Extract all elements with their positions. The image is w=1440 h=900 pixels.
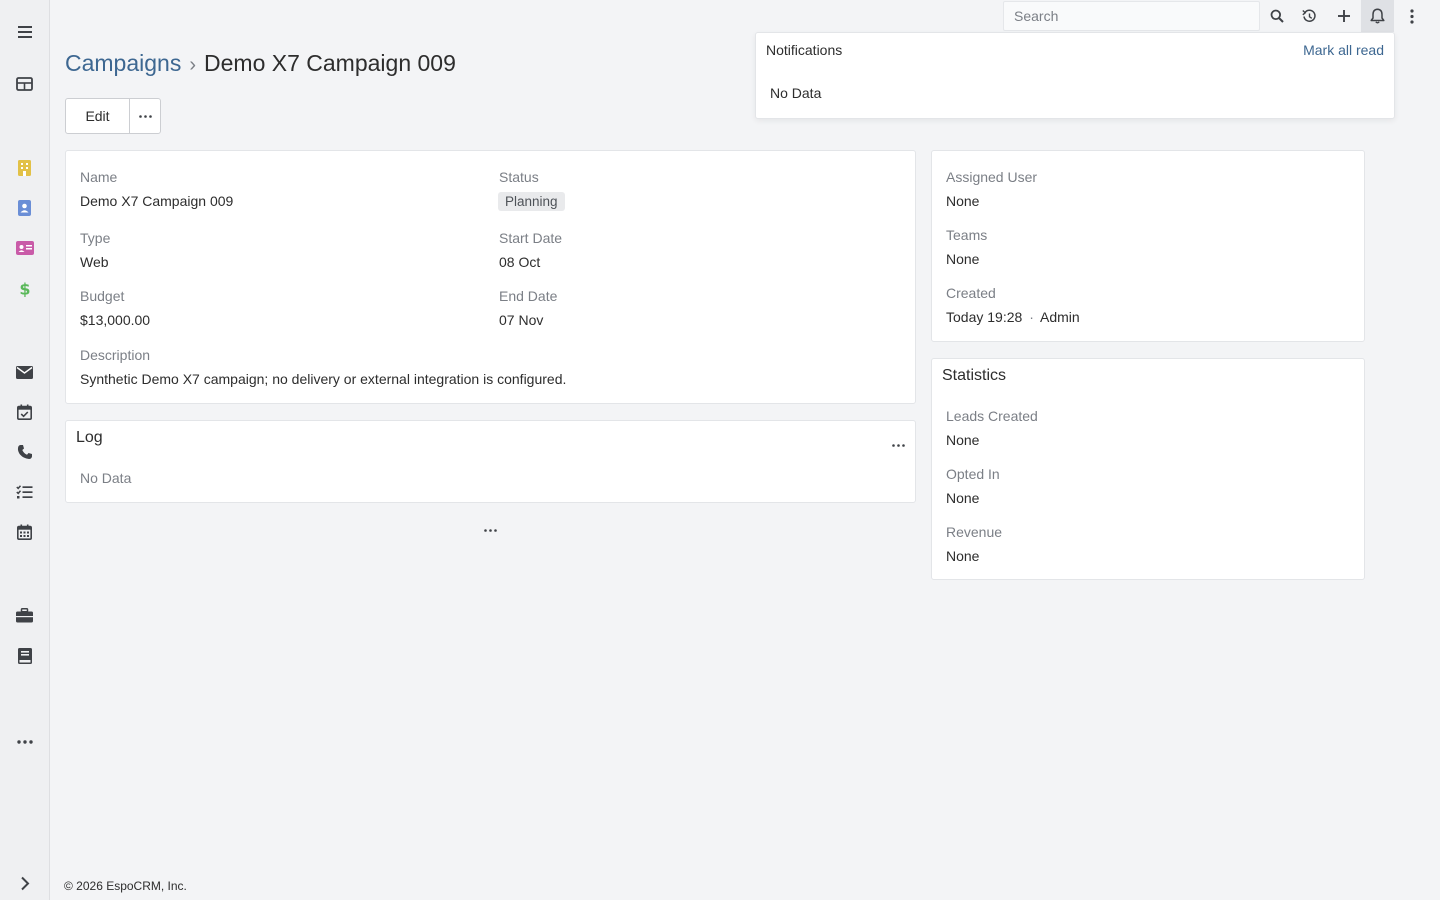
book-icon: [17, 648, 32, 664]
last-viewed-button[interactable]: [1293, 0, 1326, 32]
svg-text:$: $: [19, 280, 30, 297]
nav-item-contacts[interactable]: [0, 192, 49, 224]
opted-in-label: Opted In: [946, 466, 1000, 482]
phone-icon: [17, 445, 32, 459]
ellipsis-icon: [138, 114, 152, 118]
opted-in-value: None: [946, 490, 980, 506]
record-actions: Edit: [65, 98, 161, 134]
search-button[interactable]: [1260, 0, 1293, 32]
dollar-icon: $: [19, 280, 30, 297]
type-value: Web: [80, 254, 109, 270]
budget-value: $13,000.00: [80, 312, 151, 328]
menu-toggle-button[interactable]: [0, 16, 49, 48]
status-label: Status: [499, 169, 539, 185]
nav-item-opportunities[interactable]: $: [0, 272, 49, 304]
assigned-user-label: Assigned User: [946, 169, 1038, 185]
revenue-label: Revenue: [946, 524, 1003, 540]
footer-copyright: © 2026 EspoCRM, Inc.: [64, 879, 187, 893]
building-icon: [18, 160, 31, 176]
nav-item-meetings[interactable]: [0, 396, 49, 428]
assigned-user-value: None: [946, 193, 980, 209]
side-panel: Assigned User None Teams None Created To…: [931, 150, 1365, 342]
history-icon: [1302, 9, 1316, 22]
created-date: Today 19:28: [946, 309, 1023, 325]
add-panel-button[interactable]: [478, 522, 502, 538]
briefcase-icon: [16, 607, 33, 622]
plus-icon: [1337, 10, 1350, 22]
end-date-value: 07 Nov: [499, 312, 544, 328]
nav-item-accounts[interactable]: [0, 152, 49, 184]
statistics-panel: Statistics Leads Created None Opted In N…: [931, 358, 1365, 580]
breadcrumb: Campaigns › Demo X7 Campaign 009: [65, 48, 456, 80]
description-label: Description: [80, 347, 151, 363]
user-menu-button[interactable]: [1395, 0, 1428, 32]
calendar-icon: [17, 524, 32, 540]
created-by-link[interactable]: Admin: [1040, 309, 1080, 325]
detail-panel: Name Demo X7 Campaign 009 Status Plannin…: [65, 150, 916, 404]
log-menu-button[interactable]: [892, 434, 905, 452]
nav-item-dashboard[interactable]: [0, 68, 49, 100]
navbar-collapse-button[interactable]: [0, 867, 49, 899]
nav-item-tasks[interactable]: [0, 476, 49, 508]
nav-item-calls[interactable]: [0, 436, 49, 468]
ellipsis-icon: [16, 740, 33, 744]
notifications-title: Notifications: [766, 42, 843, 58]
leads-created-label: Leads Created: [946, 408, 1038, 424]
notifications-popup: Notifications Mark all read No Data: [755, 32, 1395, 119]
start-date-value: 08 Oct: [499, 254, 541, 270]
edit-button[interactable]: Edit: [66, 99, 130, 133]
id-card-icon: [15, 241, 34, 255]
nav-item-calendar[interactable]: [0, 516, 49, 548]
left-navbar: $: [0, 0, 50, 900]
nav-item-cases[interactable]: [0, 599, 49, 631]
end-date-label: End Date: [499, 288, 558, 304]
leads-created-value: None: [946, 432, 980, 448]
tasks-icon: [16, 485, 33, 499]
notifications-empty-text: No Data: [770, 85, 822, 101]
teams-label: Teams: [946, 227, 988, 243]
nav-item-emails[interactable]: [0, 356, 49, 388]
ellipsis-icon: [483, 528, 497, 532]
global-search-input[interactable]: [1003, 1, 1260, 31]
breadcrumb-campaigns-link[interactable]: Campaigns: [65, 50, 181, 76]
nav-item-leads[interactable]: [0, 232, 49, 264]
contact-icon: [18, 200, 31, 216]
hamburger-icon: [17, 26, 32, 38]
status-badge: Planning: [498, 192, 565, 211]
revenue-value: None: [946, 548, 980, 564]
search-icon: [1270, 9, 1284, 23]
created-label: Created: [946, 285, 996, 301]
calendar-check-icon: [17, 404, 32, 420]
quick-create-button[interactable]: [1327, 0, 1360, 32]
notifications-button[interactable]: [1361, 0, 1394, 32]
statistics-title: Statistics: [942, 367, 1007, 384]
created-separator: ·: [1029, 309, 1034, 325]
breadcrumb-separator: ›: [189, 54, 197, 76]
chevron-right-icon: [20, 876, 29, 890]
bell-icon: [1370, 8, 1385, 24]
nav-more-button[interactable]: [0, 726, 49, 758]
mark-all-read-link[interactable]: Mark all read: [1303, 42, 1384, 58]
created-value: Today 19:28 · Admin: [946, 309, 1080, 325]
record-more-button[interactable]: [130, 99, 160, 133]
budget-label: Budget: [80, 288, 125, 304]
log-panel: Log No Data: [65, 420, 916, 503]
page-title: Demo X7 Campaign 009: [204, 50, 456, 76]
log-title: Log: [76, 429, 103, 446]
log-empty-text: No Data: [80, 470, 132, 486]
description-value: Synthetic Demo X7 campaign; no delivery …: [80, 371, 567, 387]
teams-value: None: [946, 251, 980, 267]
name-value: Demo X7 Campaign 009: [80, 193, 234, 209]
type-label: Type: [80, 230, 111, 246]
nav-item-knowledge-base[interactable]: [0, 640, 49, 672]
dashboard-icon: [16, 77, 33, 91]
vertical-ellipsis-icon: [1409, 8, 1414, 24]
name-label: Name: [80, 169, 118, 185]
start-date-label: Start Date: [499, 230, 563, 246]
envelope-icon: [16, 365, 33, 379]
ellipsis-icon: [892, 444, 905, 447]
